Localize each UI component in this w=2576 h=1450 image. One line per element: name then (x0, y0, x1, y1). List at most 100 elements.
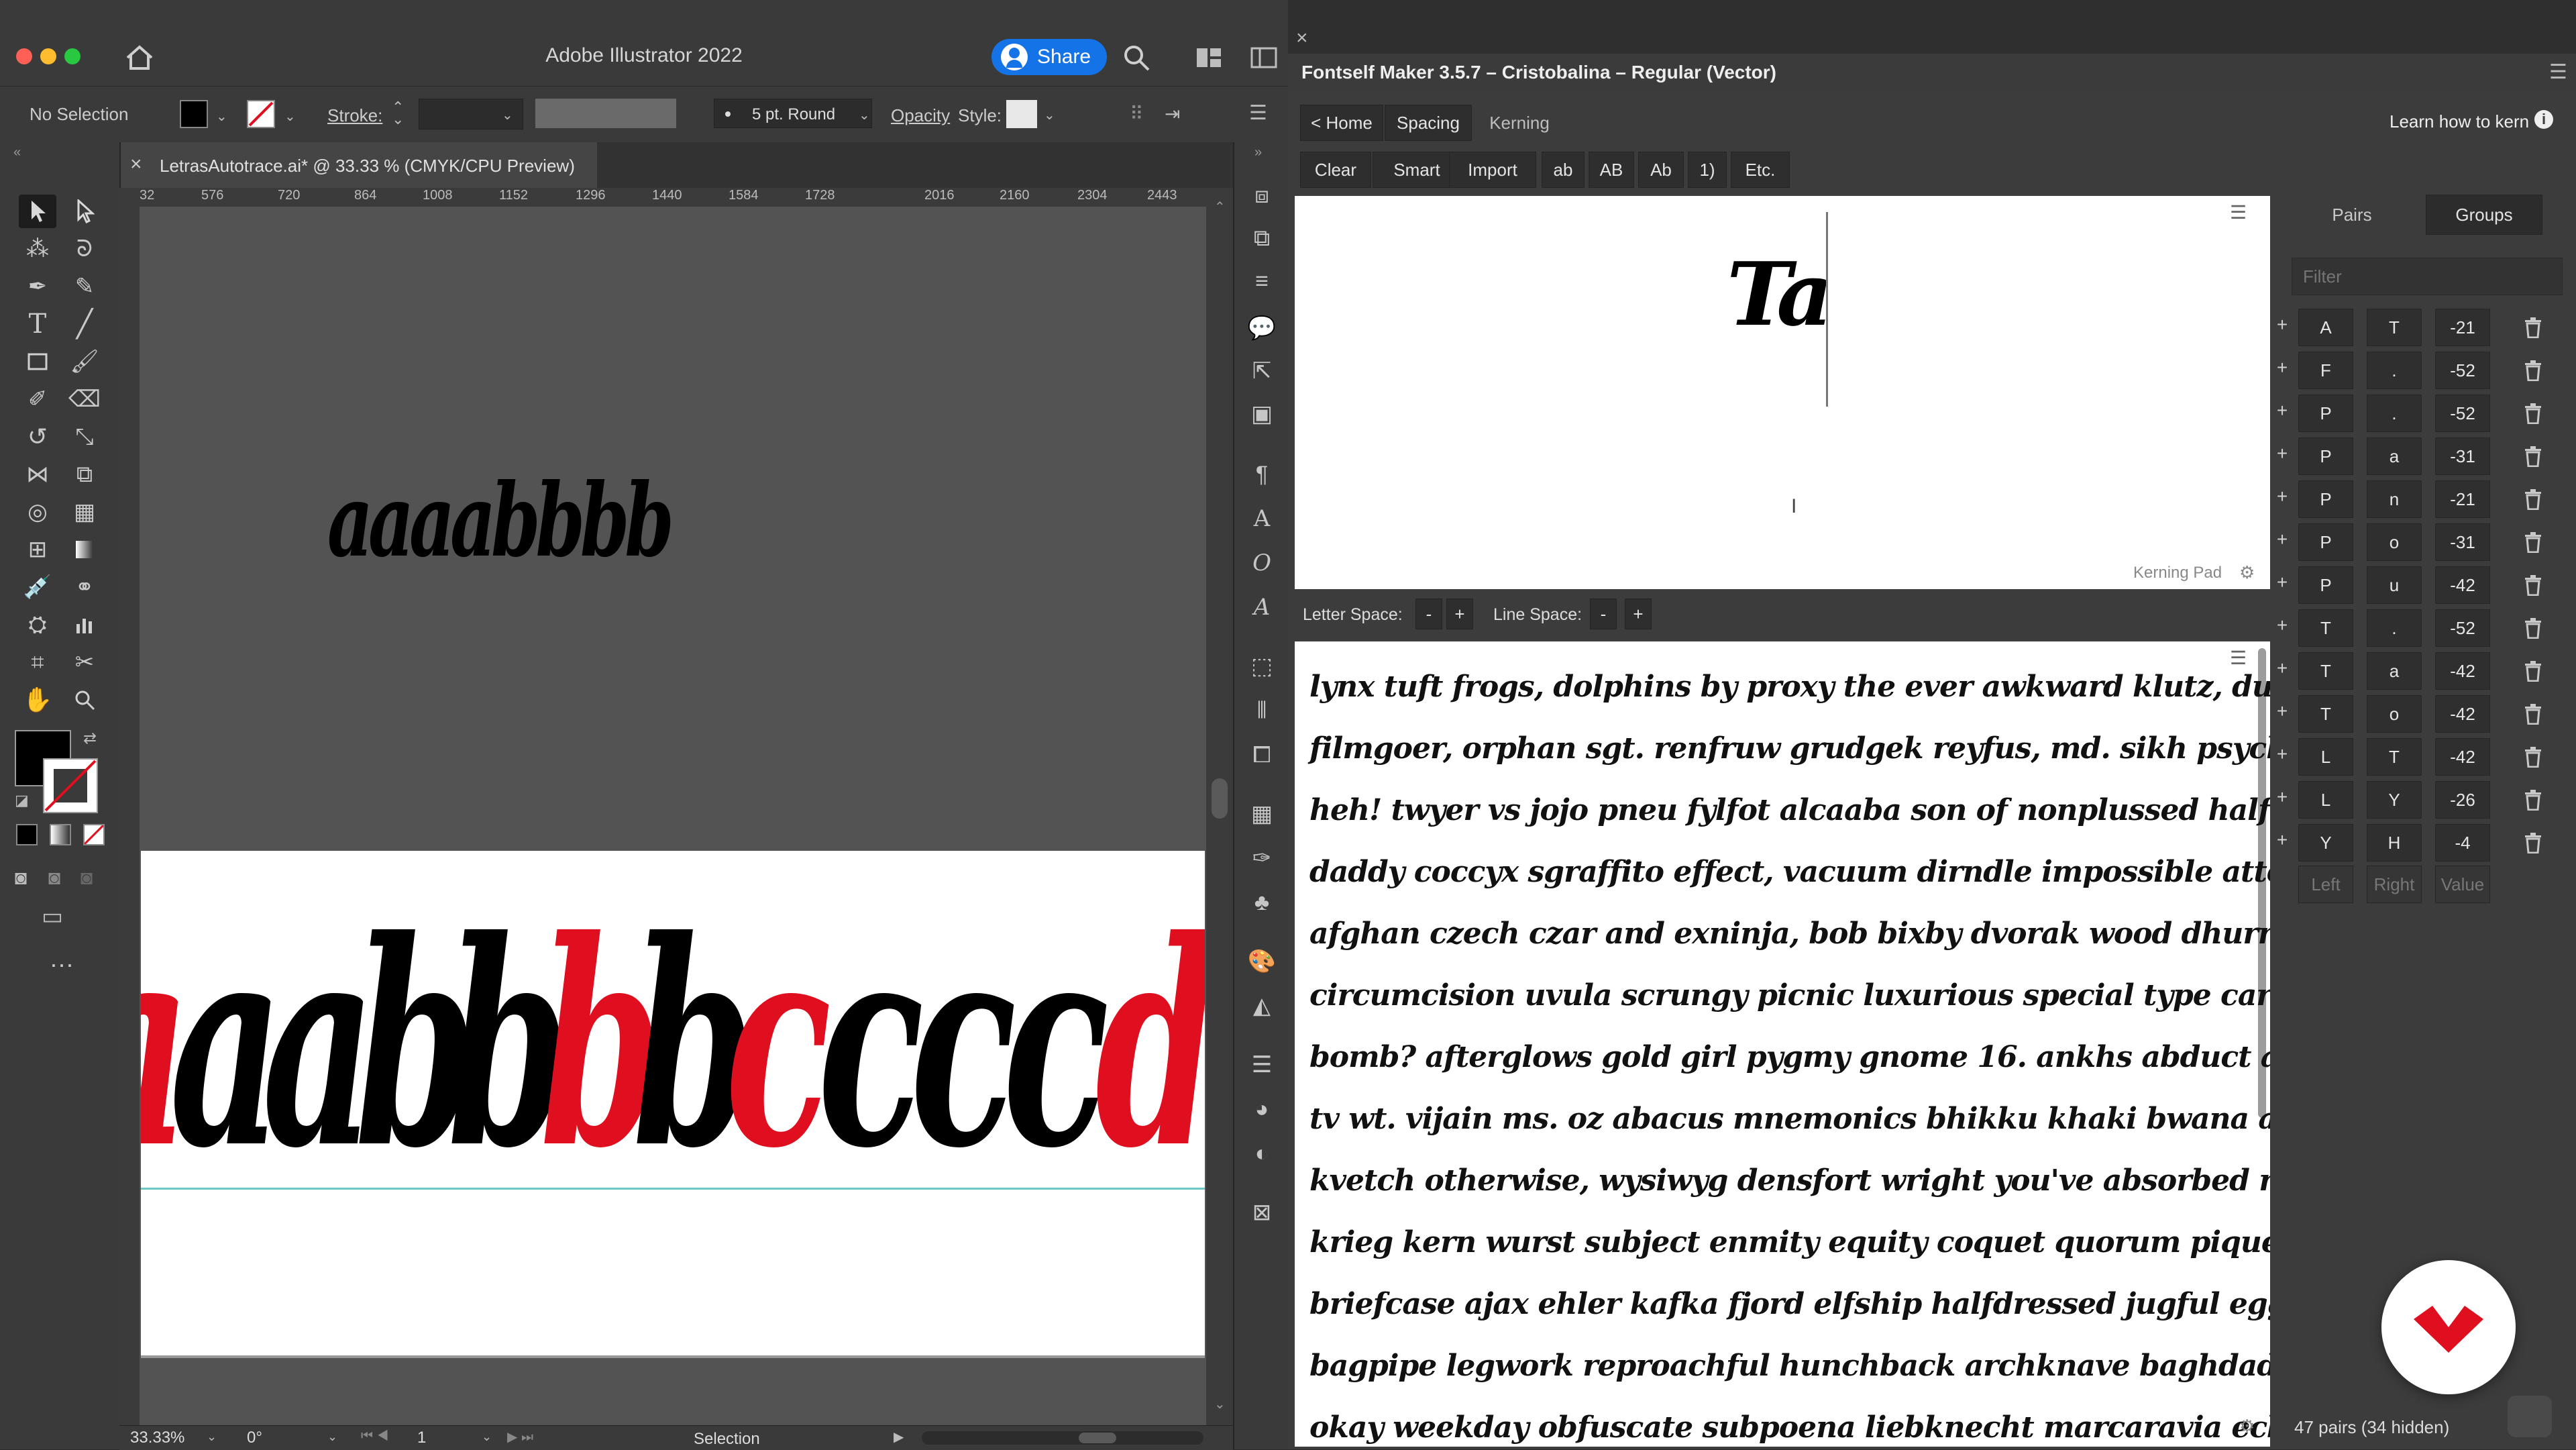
pairs-tab[interactable]: Pairs (2294, 195, 2410, 235)
glyphs-icon[interactable]: A (1248, 593, 1276, 621)
new-pair-right-input[interactable]: Right (2367, 866, 2422, 903)
gradient-tool-icon[interactable] (66, 533, 103, 566)
mesh-tool-icon[interactable]: ⊞ (19, 533, 56, 566)
color-guide-icon[interactable]: ◭ (1248, 992, 1276, 1020)
pair-value-field[interactable]: -26 (2435, 781, 2490, 819)
chevron-down-icon[interactable]: ⌄ (859, 107, 870, 123)
clear-button[interactable]: Clear (1300, 152, 1371, 188)
expand-pair-icon[interactable]: + (2275, 443, 2289, 464)
home-button[interactable]: < Home (1300, 105, 1383, 141)
stroke-color-box[interactable] (43, 758, 98, 813)
default-colors-icon[interactable]: ◪ (15, 792, 29, 809)
pair-value-field[interactable]: -42 (2435, 566, 2490, 604)
canvas-glyph-text[interactable]: aaaabbbb (327, 462, 674, 580)
close-window-button[interactable] (16, 48, 32, 64)
none-mode-icon[interactable] (83, 824, 105, 845)
pair-right-field[interactable]: n (2367, 480, 2422, 518)
pair-left-field[interactable]: P (2298, 480, 2353, 518)
line-tool-icon[interactable]: ╱ (66, 307, 103, 341)
properties-icon[interactable]: ≡ (1248, 267, 1276, 295)
workspace-switcher-icon[interactable] (1250, 47, 1277, 68)
pair-value-field[interactable]: -42 (2435, 652, 2490, 690)
symbol-sprayer-tool-icon[interactable]: ⛭ (19, 608, 56, 641)
pair-value-field[interactable]: -52 (2435, 395, 2490, 432)
minimize-window-button[interactable] (40, 48, 56, 64)
close-tab-icon[interactable]: × (130, 153, 142, 176)
blend-tool-icon[interactable]: ⚭ (66, 570, 103, 604)
artboard-number[interactable]: 1 (417, 1429, 426, 1447)
swatches-icon[interactable]: ▦ (1248, 800, 1276, 828)
floating-logo-badge[interactable] (2381, 1260, 2516, 1394)
gradient-mode-icon[interactable] (50, 824, 71, 845)
trash-icon[interactable] (2518, 742, 2548, 772)
pair-right-field[interactable]: . (2367, 395, 2422, 432)
chevron-down-icon[interactable]: ⌄ (207, 1430, 217, 1444)
type-tool-icon[interactable]: T (19, 307, 56, 341)
trash-icon[interactable] (2518, 656, 2548, 686)
close-panel-icon[interactable]: × (1296, 27, 1308, 50)
trash-icon[interactable] (2518, 356, 2548, 385)
pair-left-field[interactable]: A (2298, 309, 2353, 346)
artboard-glyph[interactable]: d (1095, 904, 1205, 1186)
pair-left-field[interactable]: L (2298, 738, 2353, 776)
expand-pair-icon[interactable]: + (2275, 786, 2289, 808)
lowercase-button[interactable]: ab (1542, 152, 1585, 188)
pair-right-field[interactable]: . (2367, 609, 2422, 647)
appearance-icon[interactable]: ◕ (1248, 1095, 1276, 1123)
rectangle-tool-icon[interactable] (19, 345, 56, 378)
draw-normal-icon[interactable]: ◙ (15, 867, 27, 890)
etc-button[interactable]: Etc. (1731, 152, 1790, 188)
zoom-level[interactable]: 33.33% (130, 1429, 184, 1447)
stroke-swatch[interactable] (247, 100, 275, 128)
info-icon[interactable]: i (2534, 110, 2553, 129)
pair-value-field[interactable]: -21 (2435, 480, 2490, 518)
pathfinder-icon[interactable]: ⧠ (1248, 741, 1276, 769)
trash-icon[interactable] (2518, 699, 2548, 729)
hand-tool-icon[interactable]: ✋ (19, 683, 56, 717)
character-icon[interactable]: A (1248, 505, 1276, 533)
artboard-tool-icon[interactable]: ⌗ (19, 645, 56, 679)
opentype-icon[interactable]: O (1248, 549, 1276, 577)
collapse-panel-icon[interactable]: « (13, 145, 21, 160)
vertical-scrollbar[interactable]: ⌃ ⌄ (1206, 188, 1233, 1425)
spacing-tab[interactable]: Spacing (1385, 105, 1472, 141)
expand-pair-icon[interactable]: + (2275, 829, 2289, 851)
transparency-icon[interactable]: ◐ (1248, 1139, 1276, 1168)
chevron-down-icon[interactable]: ⌄ (284, 108, 296, 125)
expand-pair-icon[interactable]: + (2275, 743, 2289, 765)
expand-pair-icon[interactable]: + (2275, 357, 2289, 378)
groups-tab[interactable]: Groups (2426, 195, 2542, 235)
chevron-down-icon[interactable]: ⌄ (482, 1430, 492, 1444)
lasso-tool-icon[interactable]: ᘐ (66, 232, 103, 266)
pair-value-field[interactable]: -4 (2435, 824, 2490, 862)
brush-definition[interactable]: 5 pt. Round (714, 99, 872, 128)
h-scroll-thumb[interactable] (1079, 1433, 1116, 1443)
pair-left-field[interactable]: T (2298, 652, 2353, 690)
pair-left-field[interactable]: P (2298, 523, 2353, 561)
layers-icon[interactable]: ⧈ (1248, 181, 1276, 209)
pair-right-field[interactable]: a (2367, 437, 2422, 475)
expand-pair-icon[interactable]: + (2275, 486, 2289, 507)
pair-left-field[interactable]: L (2298, 781, 2353, 819)
eyedropper-tool-icon[interactable]: 💉 (19, 570, 56, 604)
expand-pair-icon[interactable]: + (2275, 529, 2289, 550)
gear-icon[interactable]: ⚙ (2239, 562, 2255, 583)
selection-tool-icon[interactable] (19, 195, 56, 228)
shaper-tool-icon[interactable]: ✐ (19, 382, 56, 416)
pair-left-field[interactable]: T (2298, 695, 2353, 733)
document-tab[interactable]: × LetrasAutotrace.ai* @ 33.33 % (CMYK/CP… (119, 142, 597, 188)
pair-right-field[interactable]: . (2367, 352, 2422, 389)
brushes-icon[interactable]: ✑ (1248, 844, 1276, 872)
expand-pair-icon[interactable]: + (2275, 701, 2289, 722)
pair-right-field[interactable]: T (2367, 309, 2422, 346)
stroke-label[interactable]: Stroke: (327, 105, 382, 126)
trash-icon[interactable] (2518, 484, 2548, 514)
numbers-button[interactable]: 1) (1688, 152, 1727, 188)
fill-swatch[interactable] (180, 100, 208, 128)
shape-builder-tool-icon[interactable]: ◎ (19, 495, 56, 529)
eraser-tool-icon[interactable]: ⌫ (66, 382, 103, 416)
pair-left-field[interactable]: F (2298, 352, 2353, 389)
import-button[interactable]: Import (1449, 152, 1536, 188)
chevron-down-icon[interactable]: ⌄ (502, 107, 513, 123)
trash-icon[interactable] (2518, 828, 2548, 858)
